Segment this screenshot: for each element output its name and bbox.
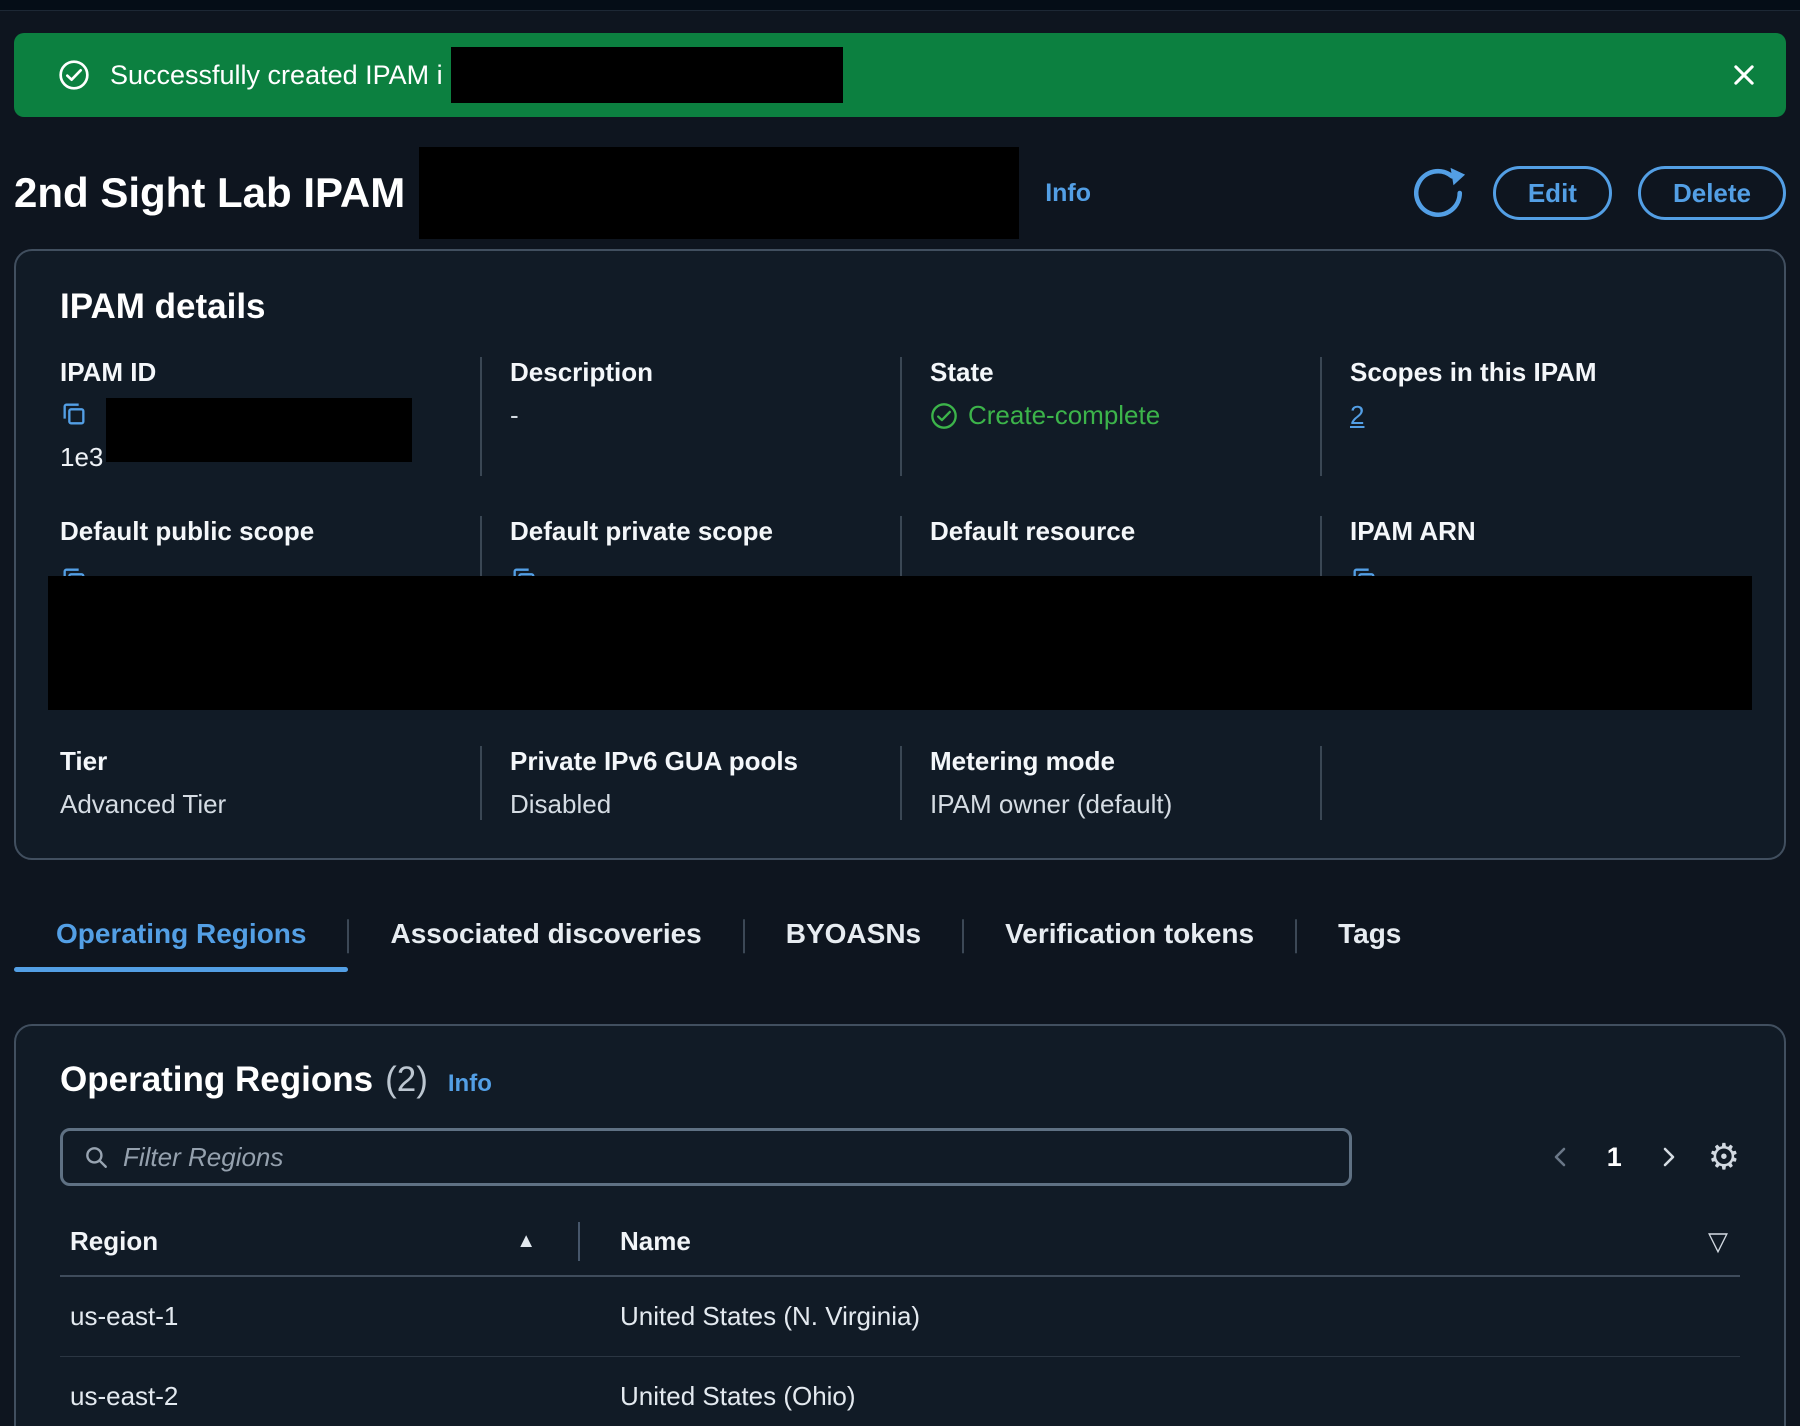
tab-associated-discoveries[interactable]: Associated discoveries	[348, 906, 743, 972]
pagination: 1	[1549, 1142, 1680, 1173]
column-header-region[interactable]: Region ▲	[60, 1214, 580, 1275]
column-header-name[interactable]: Name ▽	[580, 1214, 1740, 1275]
details-row-3: Tier Advanced Tier Private IPv6 GUA pool…	[60, 746, 1740, 820]
regions-header: Operating Regions (2) Info	[60, 1060, 1740, 1100]
tier-label: Tier	[60, 746, 108, 776]
tab-byoasns[interactable]: BYOASNs	[744, 906, 963, 972]
success-flashbar: Successfully created IPAM i	[14, 33, 1786, 117]
gear-icon[interactable]: ⚙	[1708, 1139, 1740, 1175]
ipam-details-card: IPAM details IPAM ID 1e3 Description - S…	[14, 249, 1786, 860]
tab-tags[interactable]: Tags	[1296, 906, 1443, 972]
scopes-label: Scopes in this IPAM	[1350, 357, 1597, 387]
search-icon	[83, 1144, 109, 1170]
flash-message: Successfully created IPAM i	[110, 59, 443, 90]
filter-regions-input[interactable]	[123, 1141, 1329, 1173]
gua-pools-value: Disabled	[510, 789, 612, 819]
page-header: 2nd Sight Lab IPAM Info Edit Delete	[14, 147, 1786, 239]
regions-card-title: Operating Regions	[60, 1060, 374, 1099]
tier-value: Advanced Tier	[60, 789, 227, 819]
name-column-label: Name	[620, 1226, 691, 1256]
regions-count: (2)	[385, 1060, 428, 1099]
redacted-title-text	[419, 147, 1020, 239]
field-tier: Tier Advanced Tier	[60, 746, 480, 820]
operating-regions-card: Operating Regions (2) Info Filter Region…	[14, 1024, 1786, 1426]
regions-info-link[interactable]: Info	[448, 1070, 492, 1098]
regions-toolbar: 1 ⚙	[60, 1128, 1740, 1186]
tab-verification-tokens[interactable]: Verification tokens	[963, 906, 1296, 972]
redacted-flash-text	[450, 47, 843, 103]
redacted-ipam-id	[106, 398, 412, 462]
table-header-row: Region ▲ Name ▽	[60, 1214, 1740, 1277]
default-private-scope-label: Default private scope	[510, 516, 773, 546]
ipam-id-value: 1e3	[60, 398, 452, 476]
name-cell: United States (Ohio)	[620, 1381, 856, 1411]
name-cell: United States (N. Virginia)	[620, 1301, 921, 1331]
tab-operating-regions[interactable]: Operating Regions	[14, 906, 349, 972]
region-column-label: Region	[70, 1226, 159, 1256]
field-ipam-id: IPAM ID 1e3	[60, 357, 480, 476]
success-status-icon	[930, 402, 958, 430]
next-page-icon[interactable]	[1656, 1145, 1680, 1169]
copy-icon[interactable]	[60, 400, 88, 428]
refresh-icon[interactable]	[1409, 164, 1467, 222]
table-row: us-east-1 United States (N. Virginia)	[60, 1277, 1740, 1357]
field-state: State Create-complete	[900, 357, 1320, 476]
details-row-1: IPAM ID 1e3 Description - State Create-c…	[60, 357, 1740, 476]
top-nav-strip	[0, 0, 1800, 11]
header-actions: Edit Delete	[1409, 164, 1786, 222]
ipam-arn-label: IPAM ARN	[1350, 516, 1476, 546]
header-info-link[interactable]: Info	[1045, 179, 1091, 208]
field-empty	[1320, 746, 1740, 820]
state-label: State	[930, 357, 994, 387]
metering-mode-label: Metering mode	[930, 746, 1115, 776]
ipam-id-label: IPAM ID	[60, 357, 157, 387]
description-value: -	[510, 400, 519, 430]
field-scopes: Scopes in this IPAM 2	[1320, 357, 1740, 476]
scopes-count-link[interactable]: 2	[1350, 400, 1364, 430]
region-cell: us-east-1	[70, 1301, 179, 1331]
gua-pools-label: Private IPv6 GUA pools	[510, 746, 799, 776]
regions-table: Region ▲ Name ▽ us-east-1 United States …	[60, 1214, 1740, 1426]
state-value: Create-complete	[930, 400, 1292, 431]
filter-regions-box	[60, 1128, 1352, 1186]
page-title: 2nd Sight Lab IPAM	[14, 169, 406, 216]
description-label: Description	[510, 357, 654, 387]
close-icon[interactable]	[1730, 61, 1758, 89]
region-cell: us-east-2	[70, 1381, 179, 1411]
field-metering-mode: Metering mode IPAM owner (default)	[900, 746, 1320, 820]
field-gua-pools: Private IPv6 GUA pools Disabled	[480, 746, 900, 820]
filter-icon[interactable]: ▽	[1708, 1226, 1728, 1257]
default-public-scope-label: Default public scope	[60, 516, 315, 546]
state-text: Create-complete	[968, 400, 1161, 430]
delete-button[interactable]: Delete	[1637, 165, 1786, 221]
sort-ascending-icon[interactable]: ▲	[516, 1230, 536, 1253]
default-resource-label: Default resource	[930, 516, 1136, 546]
table-row: us-east-2 United States (Ohio)	[60, 1357, 1740, 1426]
edit-button[interactable]: Edit	[1492, 165, 1612, 221]
details-card-title: IPAM details	[60, 287, 266, 326]
page: Successfully created IPAM i 2nd Sight La…	[0, 33, 1800, 1426]
tab-bar: Operating Regions Associated discoveries…	[14, 906, 1786, 972]
metering-mode-value: IPAM owner (default)	[930, 789, 1173, 819]
previous-page-icon[interactable]	[1549, 1145, 1573, 1169]
success-check-icon	[58, 59, 90, 91]
redacted-scope-values	[48, 576, 1752, 710]
field-description: Description -	[480, 357, 900, 476]
current-page[interactable]: 1	[1607, 1142, 1622, 1173]
